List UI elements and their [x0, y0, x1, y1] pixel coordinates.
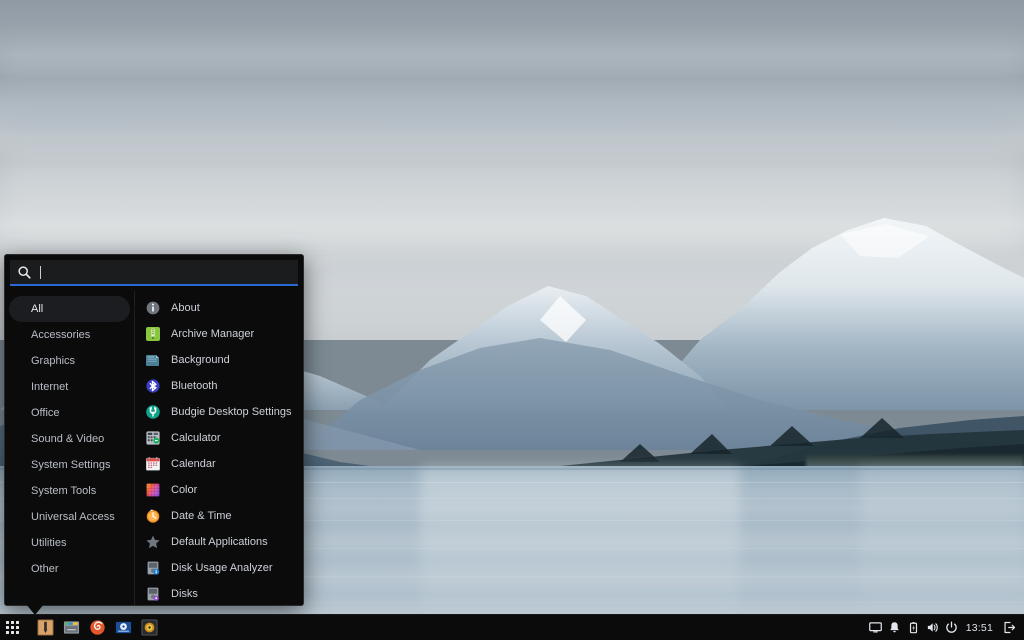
menu-search-bar[interactable] — [10, 260, 298, 286]
firefox-icon — [89, 619, 106, 636]
category-item-all[interactable]: All — [9, 296, 130, 322]
app-item-bluetooth[interactable]: Bluetooth — [135, 373, 303, 399]
application-list[interactable]: About Archive Manager — [135, 291, 303, 605]
taskbar-app-text-editor[interactable] — [32, 615, 58, 640]
taskbar-left-section — [0, 615, 162, 640]
default-applications-star-icon — [145, 534, 161, 550]
grid-icon — [6, 621, 20, 635]
app-label: Default Applications — [171, 536, 268, 548]
category-label: Universal Access — [31, 511, 115, 523]
desktop[interactable]: All Accessories Graphics Internet Office… — [0, 0, 1024, 640]
battery-icon — [907, 621, 920, 634]
category-item-sound-video[interactable]: Sound & Video — [9, 426, 130, 452]
app-item-calculator[interactable]: Calculator — [135, 425, 303, 451]
category-label: Sound & Video — [31, 433, 104, 445]
app-label: Calculator — [171, 432, 221, 444]
logout-icon — [1003, 621, 1016, 634]
cloud-band — [0, 104, 1024, 138]
taskbar-clock[interactable]: 13:51 — [961, 622, 1000, 634]
taskbar-app-media-player[interactable] — [110, 615, 136, 640]
app-label: Color — [171, 484, 197, 496]
about-info-icon — [145, 300, 161, 316]
taskbar-app-file-manager[interactable] — [58, 615, 84, 640]
budgie-settings-icon — [145, 404, 161, 420]
file-manager-icon — [63, 619, 80, 636]
date-time-clock-icon — [145, 508, 161, 524]
monitor-icon — [869, 621, 882, 634]
category-item-accessories[interactable]: Accessories — [9, 322, 130, 348]
audio-settings-icon — [141, 619, 158, 636]
app-item-disk-usage-analyzer[interactable]: Disk Usage Analyzer — [135, 555, 303, 581]
app-item-budgie-desktop-settings[interactable]: Budgie Desktop Settings — [135, 399, 303, 425]
category-item-graphics[interactable]: Graphics — [9, 348, 130, 374]
category-label: System Settings — [31, 459, 110, 471]
app-label: Budgie Desktop Settings — [171, 406, 291, 418]
category-item-system-tools[interactable]: System Tools — [9, 478, 130, 504]
category-label: System Tools — [31, 485, 96, 497]
power-icon — [945, 621, 958, 634]
category-label: Graphics — [31, 355, 75, 367]
color-icon — [145, 482, 161, 498]
disks-icon — [145, 586, 161, 602]
system-tray: 13:51 — [866, 615, 1024, 640]
bell-icon — [888, 621, 901, 634]
app-label: Background — [171, 354, 230, 366]
category-item-universal-access[interactable]: Universal Access — [9, 504, 130, 530]
category-label: Other — [31, 563, 59, 575]
app-grid-launcher-button[interactable] — [0, 615, 26, 640]
app-label: About — [171, 302, 200, 314]
application-menu-popup[interactable]: All Accessories Graphics Internet Office… — [4, 254, 304, 606]
archive-manager-icon — [145, 326, 161, 342]
category-item-office[interactable]: Office — [9, 400, 130, 426]
calculator-icon — [145, 430, 161, 446]
category-label: All — [31, 303, 43, 315]
app-item-about[interactable]: About — [135, 295, 303, 321]
category-item-internet[interactable]: Internet — [9, 374, 130, 400]
taskbar-panel[interactable]: 13:51 — [0, 614, 1024, 640]
category-label: Office — [31, 407, 60, 419]
taskbar-app-firefox[interactable] — [84, 615, 110, 640]
category-list[interactable]: All Accessories Graphics Internet Office… — [5, 291, 135, 605]
app-label: Disks — [171, 588, 198, 600]
app-item-default-applications[interactable]: Default Applications — [135, 529, 303, 555]
app-label: Calendar — [171, 458, 216, 470]
tray-notifications-button[interactable] — [885, 615, 904, 640]
app-item-date-time[interactable]: Date & Time — [135, 503, 303, 529]
category-item-utilities[interactable]: Utilities — [9, 530, 130, 556]
disk-usage-analyzer-icon — [145, 560, 161, 576]
app-item-calendar[interactable]: Calendar — [135, 451, 303, 477]
tray-display-button[interactable] — [866, 615, 885, 640]
taskbar-app-audio-settings[interactable] — [136, 615, 162, 640]
app-item-color[interactable]: Color — [135, 477, 303, 503]
search-input[interactable] — [41, 266, 291, 278]
media-player-icon — [115, 619, 132, 636]
search-icon — [17, 265, 32, 280]
app-item-disks[interactable]: Disks — [135, 581, 303, 605]
tray-logout-button[interactable] — [1000, 615, 1019, 640]
category-item-system-settings[interactable]: System Settings — [9, 452, 130, 478]
menu-body: All Accessories Graphics Internet Office… — [5, 291, 303, 605]
bluetooth-icon — [145, 378, 161, 394]
tray-power-button[interactable] — [942, 615, 961, 640]
category-item-other[interactable]: Other — [9, 556, 130, 582]
tray-volume-button[interactable] — [923, 615, 942, 640]
category-label: Accessories — [31, 329, 90, 341]
app-label: Date & Time — [171, 510, 232, 522]
category-label: Utilities — [31, 537, 66, 549]
text-editor-icon — [37, 619, 54, 636]
app-label: Bluetooth — [171, 380, 217, 392]
app-item-archive-manager[interactable]: Archive Manager — [135, 321, 303, 347]
background-wallpaper-icon — [145, 352, 161, 368]
calendar-icon — [145, 456, 161, 472]
cloud-band — [0, 40, 1024, 86]
category-label: Internet — [31, 381, 68, 393]
app-label: Archive Manager — [171, 328, 254, 340]
app-item-background[interactable]: Background — [135, 347, 303, 373]
app-label: Disk Usage Analyzer — [171, 562, 273, 574]
tray-battery-button[interactable] — [904, 615, 923, 640]
speaker-icon — [926, 621, 939, 634]
